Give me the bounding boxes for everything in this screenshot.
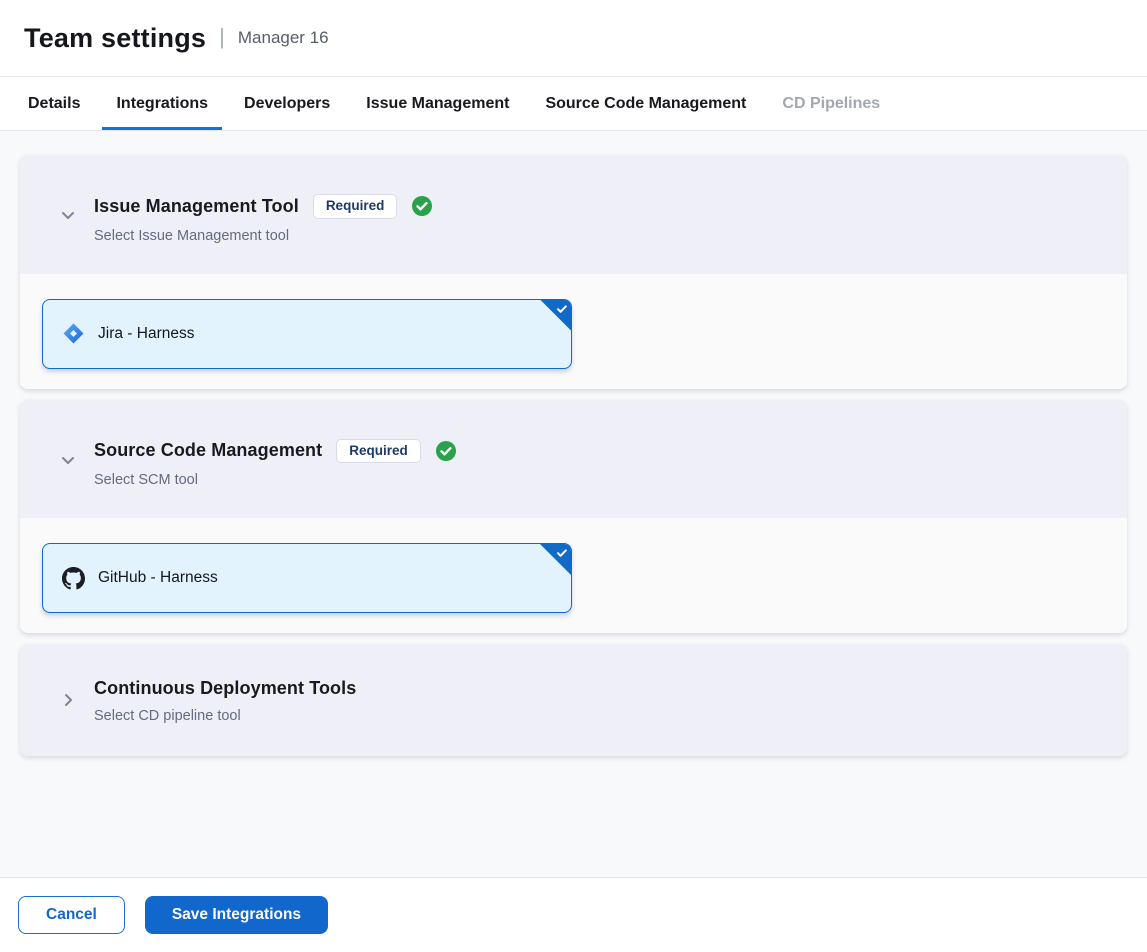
section-cd-header[interactable]: Continuous Deployment Tools Select CD pi…: [20, 644, 1127, 756]
check-icon: [555, 546, 569, 560]
green-check-circle-icon: [435, 440, 457, 462]
tab-issue-management[interactable]: Issue Management: [352, 77, 523, 130]
page-title: Team settings: [24, 23, 206, 54]
section-scm-body: GitHub - Harness: [20, 518, 1127, 633]
tool-card-label: GitHub - Harness: [98, 569, 218, 587]
page-subtitle: Manager 16: [238, 28, 329, 48]
tab-source-code-management[interactable]: Source Code Management: [531, 77, 760, 130]
section-title: Issue Management Tool: [94, 196, 299, 217]
tab-bar: Details Integrations Developers Issue Ma…: [0, 77, 1147, 131]
section-source-code-management: Source Code Management Required Select S…: [20, 400, 1127, 634]
section-issue-management-tool: Issue Management Tool Required Select Is…: [20, 155, 1127, 389]
save-integrations-button[interactable]: Save Integrations: [145, 896, 328, 934]
section-title: Source Code Management: [94, 440, 322, 461]
section-title: Continuous Deployment Tools: [94, 678, 356, 699]
footer-action-bar: Cancel Save Integrations: [0, 877, 1147, 952]
team-settings-page: Team settings | Manager 16 Details Integ…: [0, 0, 1147, 952]
required-badge: Required: [336, 439, 421, 464]
page-header: Team settings | Manager 16: [0, 0, 1147, 77]
selected-check-corner: [539, 543, 572, 576]
section-subtitle: Select SCM tool: [94, 472, 1103, 488]
section-issue-management-body: Jira - Harness: [20, 274, 1127, 389]
tab-integrations[interactable]: Integrations: [102, 77, 222, 130]
tool-card-github-harness[interactable]: GitHub - Harness: [42, 543, 572, 613]
tool-card-label: Jira - Harness: [98, 325, 194, 343]
integrations-content: Issue Management Tool Required Select Is…: [0, 131, 1147, 877]
tab-cd-pipelines: CD Pipelines: [768, 77, 894, 130]
required-badge: Required: [313, 194, 398, 219]
tab-details[interactable]: Details: [14, 77, 94, 130]
section-subtitle: Select Issue Management tool: [94, 228, 1103, 244]
section-scm-header[interactable]: Source Code Management Required Select S…: [20, 400, 1127, 519]
jira-icon: [62, 322, 85, 345]
chevron-down-icon: [58, 205, 78, 225]
tool-card-jira-harness[interactable]: Jira - Harness: [42, 299, 572, 369]
section-issue-management-header[interactable]: Issue Management Tool Required Select Is…: [20, 155, 1127, 274]
title-divider: |: [219, 24, 225, 50]
chevron-down-icon: [58, 450, 78, 470]
green-check-circle-icon: [411, 195, 433, 217]
check-icon: [555, 302, 569, 316]
chevron-right-icon: [58, 690, 78, 710]
selected-check-corner: [539, 299, 572, 332]
section-subtitle: Select CD pipeline tool: [94, 708, 1103, 724]
tab-developers[interactable]: Developers: [230, 77, 344, 130]
section-continuous-deployment-tools: Continuous Deployment Tools Select CD pi…: [20, 644, 1127, 756]
cancel-button[interactable]: Cancel: [18, 896, 125, 934]
github-icon: [62, 567, 85, 590]
